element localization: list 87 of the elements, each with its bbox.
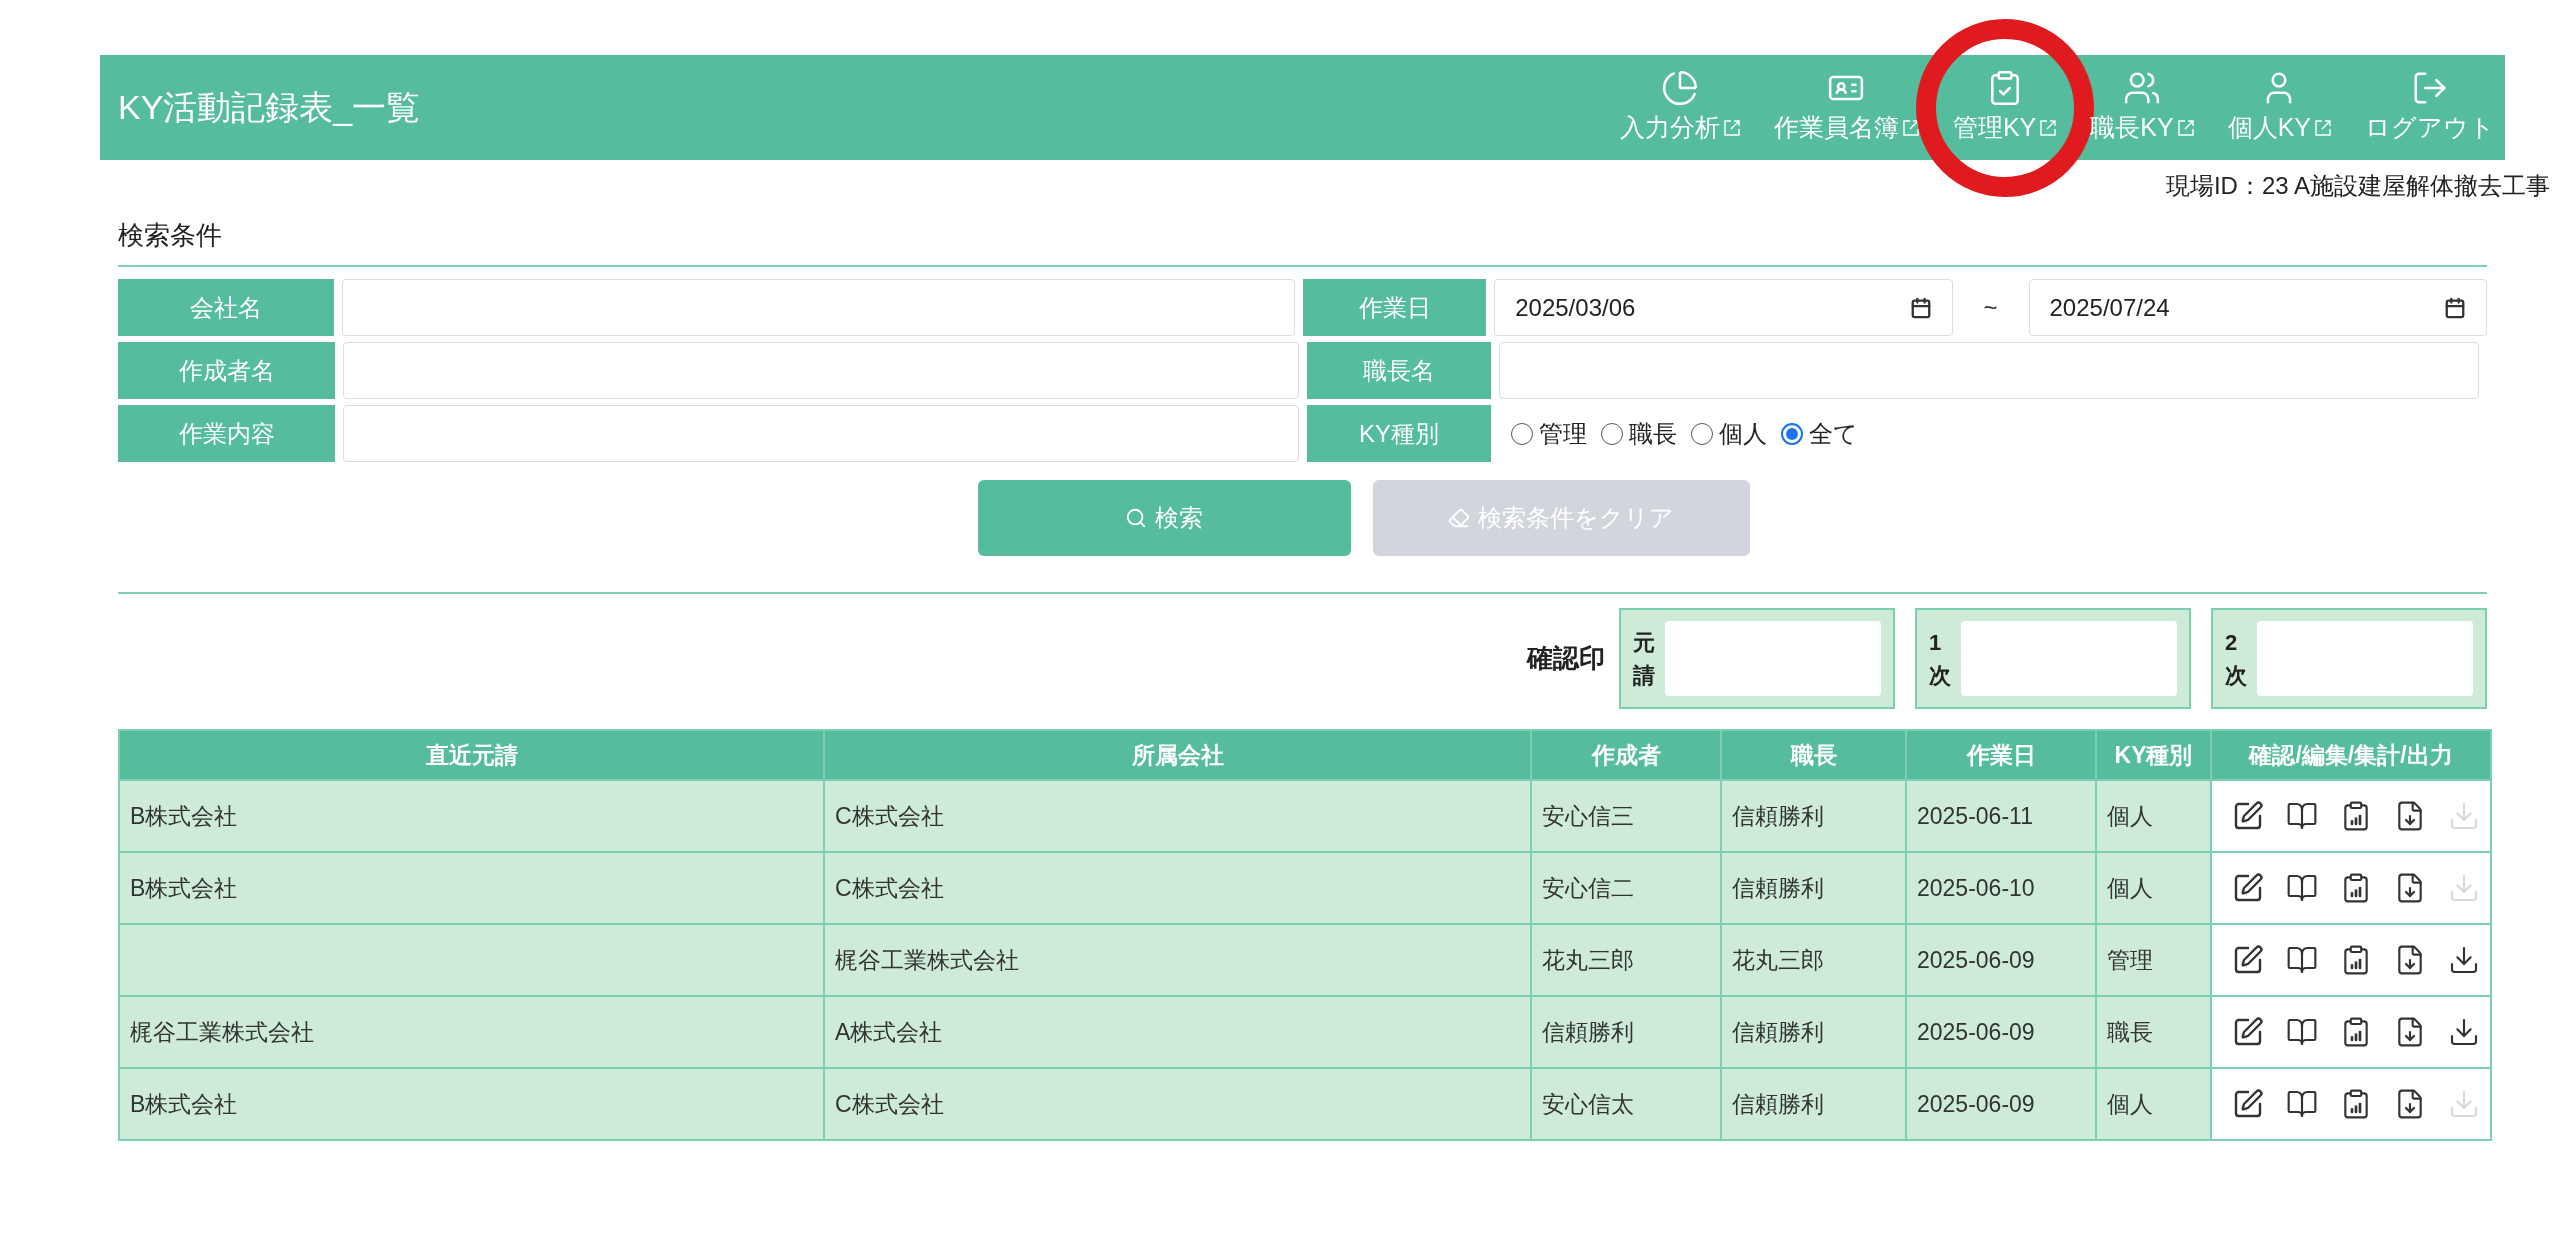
table-cell: 2025-06-11	[1906, 780, 2096, 852]
stamp-label: 1次	[1929, 628, 1951, 690]
table-cell: 信頼勝利	[1721, 780, 1906, 852]
table-cell: 個人	[2096, 852, 2211, 924]
range-separator: ~	[1982, 292, 1999, 323]
table-cell: B株式会社	[119, 780, 824, 852]
table-cell: 2025-06-09	[1906, 996, 2096, 1068]
field-label: 会社名	[118, 279, 335, 336]
column-header: KY種別	[2096, 730, 2211, 780]
table-cell: 安心信三	[1531, 780, 1721, 852]
stamp-field[interactable]	[1961, 621, 2177, 696]
nav-link[interactable]: 入力分析	[1619, 108, 1720, 147]
nav-link[interactable]: ログアウト	[2365, 108, 2495, 147]
table-cell: 管理	[2096, 924, 2211, 996]
table-cell: C株式会社	[824, 852, 1531, 924]
table-cell: 花丸三郎	[1531, 924, 1721, 996]
date-field[interactable]: 2025/03/06	[1494, 279, 1953, 336]
table-cell: 安心信二	[1531, 852, 1721, 924]
input-field[interactable]	[1499, 342, 2479, 399]
column-header: 確認/編集/集計/出力	[2211, 730, 2491, 780]
table-cell: C株式会社	[824, 780, 1531, 852]
table-cell: 2025-06-09	[1906, 1068, 2096, 1140]
field-label: 作成者名	[118, 342, 335, 399]
field-label: 作業内容	[118, 405, 335, 462]
column-header: 直近元請	[119, 730, 824, 780]
field-label: 職長名	[1307, 342, 1491, 399]
table-cell: 個人	[2096, 780, 2211, 852]
stamp-label: 2次	[2225, 628, 2247, 690]
nav-link[interactable]: 作業員名簿	[1773, 108, 1899, 147]
site-id: 現場ID：23 A施設建屋解体撤去工事	[2165, 171, 2550, 201]
table-cell: A株式会社	[824, 996, 1531, 1068]
table-cell: 梶谷工業株式会社	[119, 996, 824, 1068]
table-cell: 個人	[2096, 1068, 2211, 1140]
section-heading: 検索条件	[118, 220, 222, 250]
field-label: 作業日	[1302, 279, 1487, 336]
radio-label[interactable]: 職長	[1629, 415, 1677, 452]
table-cell: 職長	[2096, 996, 2211, 1068]
radio-button[interactable]	[1781, 422, 1803, 445]
search-button[interactable]: 検索	[977, 480, 1351, 556]
book-icon[interactable]	[2286, 872, 2318, 904]
download-icon[interactable]	[2448, 1016, 2480, 1048]
radio-label[interactable]: 個人	[1719, 415, 1767, 452]
stamp-heading: 確認印	[1527, 642, 1605, 675]
field-label: KY種別	[1307, 405, 1491, 462]
nav-link[interactable]: 管理KY	[1952, 108, 2037, 147]
radio-label[interactable]: 全て	[1809, 415, 1858, 452]
table-cell: 信頼勝利	[1721, 852, 1906, 924]
nav-link[interactable]: 個人KY	[2227, 108, 2311, 147]
column-header: 作成者	[1531, 730, 1721, 780]
book-icon[interactable]	[2286, 1016, 2318, 1048]
calendar-icon[interactable]	[1909, 296, 1932, 319]
edit-icon[interactable]	[2232, 872, 2264, 904]
date-field[interactable]: 2025/07/24	[2028, 279, 2487, 336]
radio-label[interactable]: 管理	[1539, 415, 1587, 452]
table-cell: 信頼勝利	[1721, 1068, 1906, 1140]
table-cell: 花丸三郎	[1721, 924, 1906, 996]
stamp-field[interactable]	[2257, 621, 2473, 696]
table-cell: C株式会社	[824, 1068, 1531, 1140]
download-icon[interactable]	[2448, 944, 2480, 976]
search-icon	[1125, 507, 1147, 529]
input-field[interactable]	[343, 405, 1299, 462]
column-header: 職長	[1721, 730, 1906, 780]
table-cell: 2025-06-09	[1906, 924, 2096, 996]
calendar-icon[interactable]	[2444, 296, 2466, 319]
stamp-field[interactable]	[1665, 621, 1881, 696]
table-cell: 信頼勝利	[1531, 996, 1721, 1068]
edit-icon[interactable]	[2232, 944, 2264, 976]
eraser-icon	[1448, 507, 1470, 529]
table-cell: 2025-06-10	[1906, 852, 2096, 924]
table-cell: 安心信太	[1531, 1068, 1721, 1140]
table-cell: B株式会社	[119, 1068, 824, 1140]
input-field[interactable]	[342, 279, 1295, 336]
table-cell: 梶谷工業株式会社	[824, 924, 1531, 996]
page-title: KY活動記録表_一覧	[118, 87, 421, 128]
book-icon[interactable]	[2286, 800, 2318, 832]
nav-link[interactable]: 職長KY	[2090, 108, 2174, 147]
book-icon[interactable]	[2286, 944, 2318, 976]
table-cell: B株式会社	[119, 852, 824, 924]
edit-icon[interactable]	[2232, 1016, 2264, 1048]
stamp-label: 元請	[1633, 628, 1655, 690]
edit-icon[interactable]	[2232, 1088, 2264, 1120]
table-cell: 信頼勝利	[1721, 996, 1906, 1068]
column-header: 作業日	[1906, 730, 2096, 780]
book-icon[interactable]	[2286, 1088, 2318, 1120]
column-header: 所属会社	[824, 730, 1531, 780]
edit-icon[interactable]	[2232, 800, 2264, 832]
input-field[interactable]	[343, 342, 1299, 399]
